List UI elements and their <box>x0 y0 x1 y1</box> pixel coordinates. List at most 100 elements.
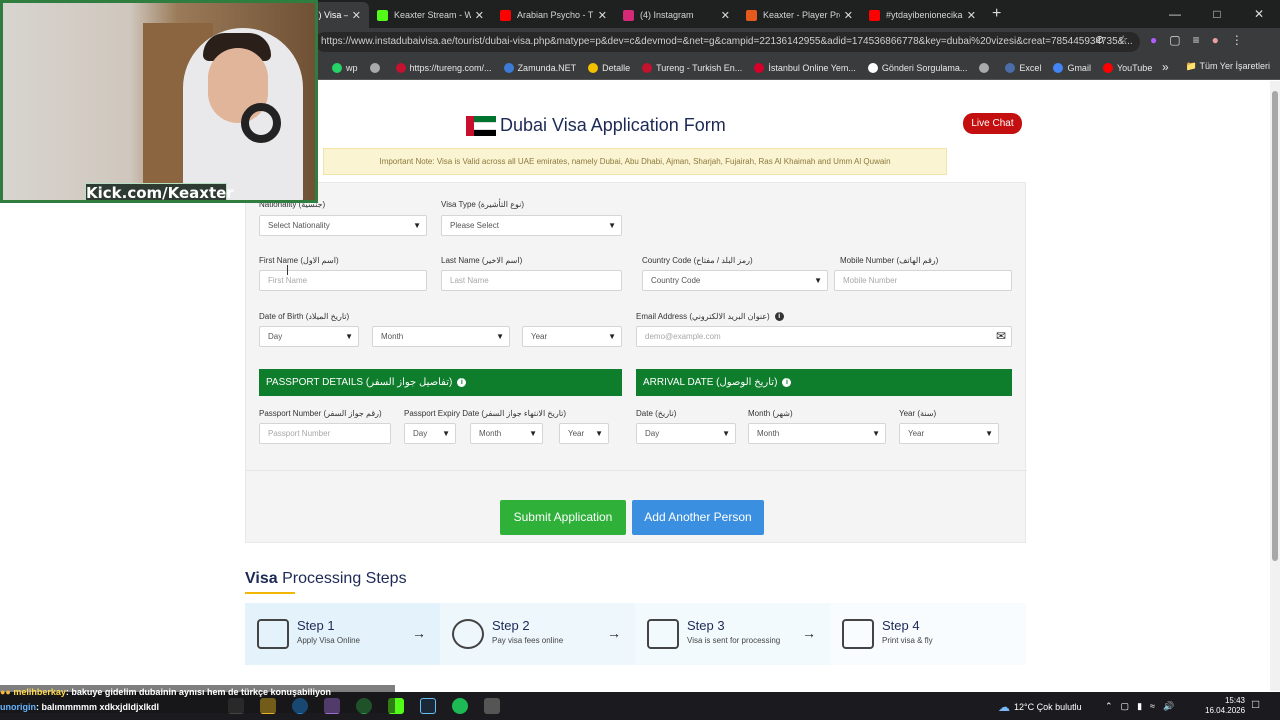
dob-year-select[interactable]: Year ▼ <box>522 326 622 347</box>
bookmark-icon <box>503 62 514 73</box>
nationality-select[interactable]: Select Nationality ▼ <box>259 215 427 236</box>
close-tab-icon[interactable]: ✕ <box>475 9 484 22</box>
menu-icon[interactable]: ≡ <box>1193 33 1200 47</box>
close-tab-icon[interactable]: ✕ <box>967 9 976 22</box>
clock-time: 15:43 <box>1224 696 1245 705</box>
tab-favicon <box>623 9 634 21</box>
browser-tab[interactable]: Arabian Psycho - The ✕ <box>492 2 615 28</box>
arrival-year-label: Year (سنة) <box>899 409 937 418</box>
chevron-down-icon: ▼ <box>608 221 616 230</box>
scrollbar-thumb[interactable] <box>1272 91 1278 561</box>
puzzle-icon[interactable]: ▢ <box>1169 33 1180 47</box>
country-code-select[interactable]: Country Code ▼ <box>642 270 828 291</box>
step-1: Step 1 Apply Visa Online → <box>245 603 440 665</box>
bookmarks-more-icon[interactable]: » <box>1162 60 1169 74</box>
more-icon[interactable]: ⋮ <box>1231 33 1243 47</box>
new-tab-button[interactable]: + <box>992 5 1001 23</box>
close-tab-icon[interactable]: ✕ <box>352 9 361 22</box>
step-subtitle: Apply Visa Online <box>297 636 360 645</box>
expiry-year-select[interactable]: Year ▼ <box>559 423 609 444</box>
notification-icon[interactable]: □ <box>1252 697 1259 711</box>
dob-day-select[interactable]: Day ▼ <box>259 326 359 347</box>
close-tab-icon[interactable]: ✕ <box>598 9 607 22</box>
expiry-month-select[interactable]: Month ▼ <box>470 423 543 444</box>
step-title: Step 3 <box>687 618 725 633</box>
network-icon[interactable]: ▢ <box>1121 701 1130 712</box>
app-icon[interactable] <box>484 698 500 714</box>
browser-tab[interactable]: (4) Instagram ✕ <box>615 2 738 28</box>
bookmark-item[interactable]: Zamunda.NET <box>503 62 576 73</box>
printer-icon <box>842 619 874 649</box>
chevron-down-icon: ▼ <box>985 429 993 438</box>
url-field[interactable]: https://www.instadubaivisa.ae/tourist/du… <box>315 32 1140 52</box>
last-name-input[interactable]: Last Name <box>441 270 622 291</box>
page-scrollbar[interactable] <box>1270 81 1280 691</box>
steam-icon[interactable] <box>420 698 436 714</box>
bookmark-item[interactable]: Excel <box>1005 62 1041 73</box>
system-tray: ⌃ ▢ ▮ ≈ 🔊 <box>1105 692 1205 720</box>
close-icon[interactable]: ✕ <box>1238 7 1280 21</box>
minimize-icon[interactable]: — <box>1154 7 1196 21</box>
add-another-person-button[interactable]: Add Another Person <box>632 500 764 535</box>
bookmark-item[interactable]: wp <box>332 62 358 73</box>
bookmark-item[interactable] <box>979 62 993 73</box>
live-chat-button[interactable]: Live Chat <box>963 113 1022 134</box>
bookmark-star-icon[interactable]: ☆ <box>1118 33 1128 46</box>
bookmark-item[interactable]: Tureng - Turkish En... <box>642 62 742 73</box>
arrival-month-select[interactable]: Month ▼ <box>748 423 886 444</box>
steps-title: Visa Processing Steps <box>245 570 407 588</box>
title-underline <box>245 592 295 594</box>
arrival-day-select[interactable]: Day ▼ <box>636 423 736 444</box>
bookmark-item[interactable]: Gmail <box>1053 62 1091 73</box>
chevron-up-icon[interactable]: ⌃ <box>1105 701 1113 712</box>
bookmark-icon <box>979 62 990 73</box>
extension-icon[interactable]: ● <box>1150 33 1157 47</box>
close-tab-icon[interactable]: ✕ <box>844 9 853 22</box>
application-form: Nationality (جنسية) Select Nationality ▼ … <box>245 182 1027 543</box>
bookmark-icon <box>1102 62 1113 73</box>
country-code-value: Country Code <box>651 276 701 285</box>
browser-tab[interactable]: #ytdayibenionecikan ✕ <box>861 2 984 28</box>
all-bookmarks[interactable]: 📁 Tüm Yer İşaretleri <box>1186 61 1270 72</box>
bookmark-item[interactable]: Gönderi Sorgulama... <box>867 62 967 73</box>
arrival-header-text: ARRIVAL DATE (تاريخ الوصول) <box>643 377 778 388</box>
battery-icon[interactable]: ▮ <box>1137 701 1142 712</box>
dob-month-select[interactable]: Month ▼ <box>372 326 510 347</box>
clock[interactable]: 15:43 16.04.2026 <box>1205 696 1245 716</box>
submit-application-button[interactable]: Submit Application <box>500 500 626 535</box>
bookmark-item[interactable]: https://tureng.com/... <box>395 62 492 73</box>
headphones-icon <box>241 103 281 143</box>
bookmark-label: https://tureng.com/... <box>409 62 492 73</box>
close-tab-icon[interactable]: ✕ <box>721 9 730 22</box>
email-label: Email Address (عنوان البريد الالكتروني) i <box>636 312 784 322</box>
passport-number-input[interactable]: Passport Number <box>259 423 391 444</box>
envelope-icon: ✉ <box>995 329 1006 343</box>
bookmark-item[interactable]: İstanbul Online Yem... <box>754 62 856 73</box>
info-icon[interactable]: i <box>782 377 792 387</box>
spotify-icon[interactable] <box>452 698 468 714</box>
chat-username: unorigin <box>0 702 36 712</box>
info-icon[interactable]: i <box>457 377 467 387</box>
weather-widget[interactable]: ☁ 12°C Çok bulutlu <box>998 700 1082 714</box>
arrow-right-icon: → <box>607 625 621 641</box>
expiry-day-select[interactable]: Day ▼ <box>404 423 456 444</box>
visa-type-select[interactable]: Please Select ▼ <box>441 215 622 236</box>
maximize-icon[interactable]: □ <box>1196 7 1238 21</box>
browser-tab[interactable]: Keaxter Stream - Wa ✕ <box>369 2 492 28</box>
tab-favicon <box>746 9 757 21</box>
arrival-year-select[interactable]: Year ▼ <box>899 423 999 444</box>
bookmark-item[interactable] <box>369 62 384 73</box>
uae-flag-icon <box>466 115 496 136</box>
info-icon[interactable]: i <box>774 312 784 322</box>
first-name-input[interactable]: First Name <box>259 270 427 291</box>
volume-icon[interactable]: 🔊 <box>1163 701 1174 712</box>
mobile-input[interactable]: Mobile Number <box>834 270 1012 291</box>
bookmark-item[interactable]: Detalle <box>588 62 630 73</box>
arrival-date-label: Date (تاريخ) <box>636 409 677 418</box>
email-input[interactable]: demo@example.com ✉ <box>636 326 1012 347</box>
bookmark-item[interactable]: YouTube <box>1102 62 1152 73</box>
wifi-icon[interactable]: ≈ <box>1150 701 1155 711</box>
browser-tab[interactable]: Keaxter - Player Profi ✕ <box>738 2 861 28</box>
hide-icon[interactable]: ⊘ <box>1095 33 1104 46</box>
profile-avatar[interactable]: ● <box>1212 33 1219 47</box>
